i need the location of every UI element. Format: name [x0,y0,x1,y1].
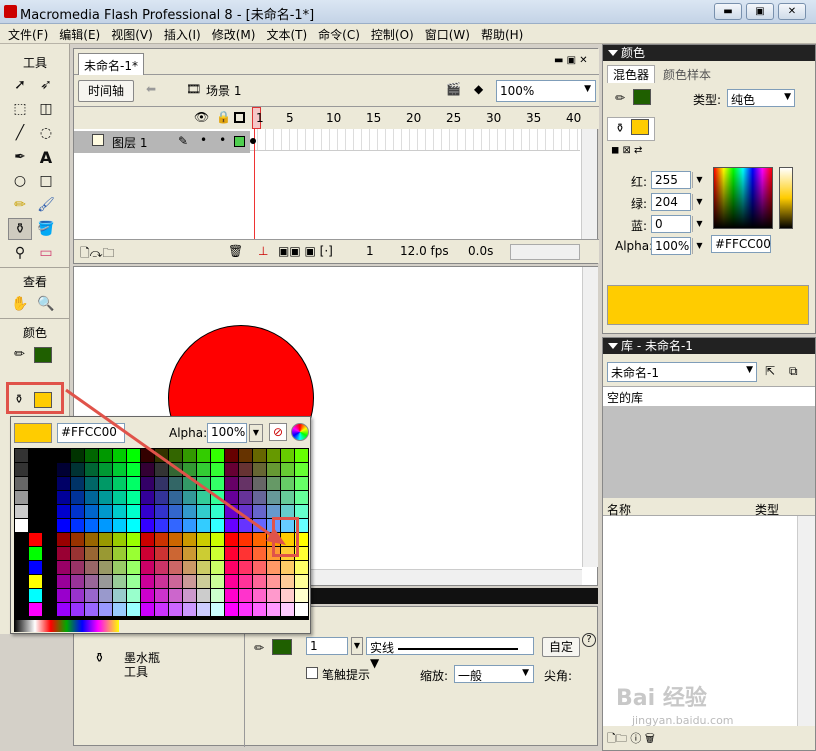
watermark-url: jingyan.baidu.com [632,714,734,727]
watermark-brand: Bai 经验 [616,686,707,711]
annotation-arrow [65,388,286,545]
